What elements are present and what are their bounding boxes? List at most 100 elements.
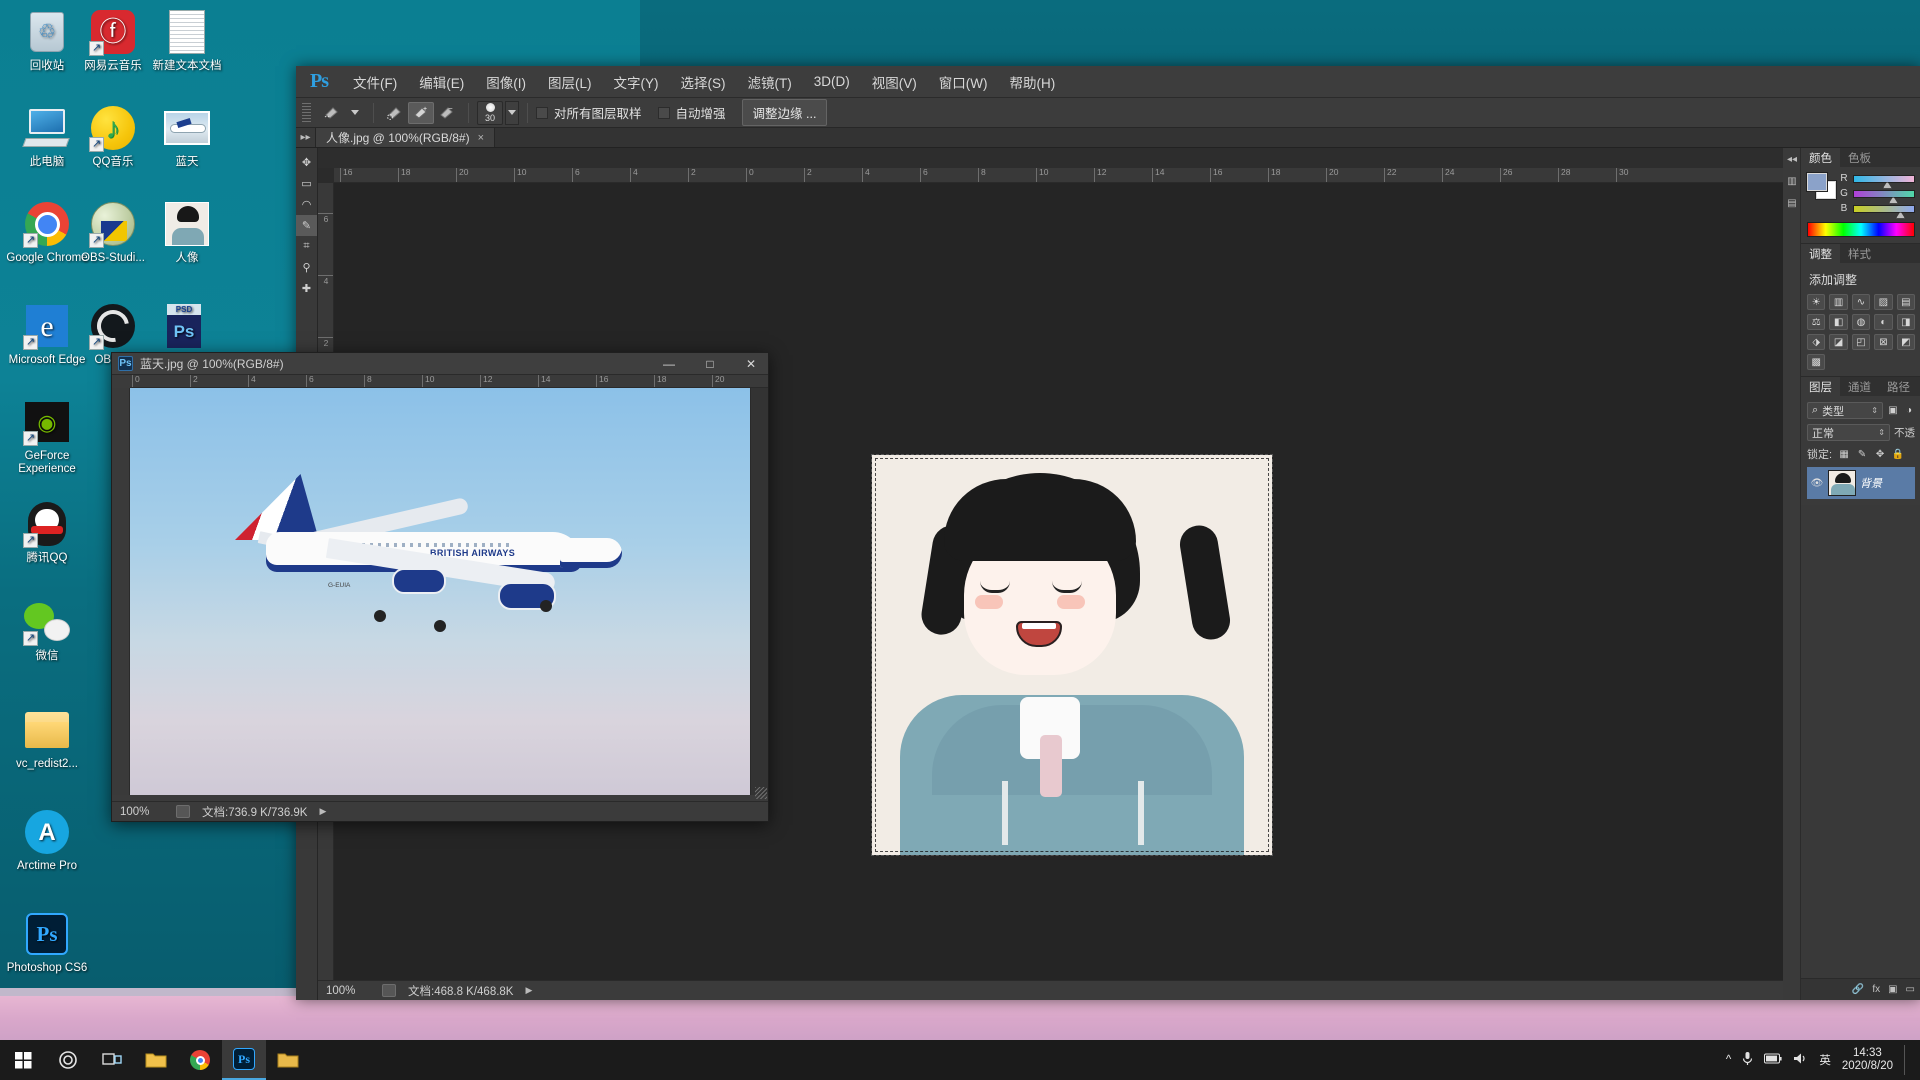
posterize-icon[interactable]: ◰ <box>1851 334 1871 350</box>
brush-size-preview[interactable]: 30 <box>477 100 503 125</box>
tab-collapse-icon[interactable]: ▸▸ <box>296 128 316 147</box>
maximize-button[interactable]: □ <box>693 353 727 375</box>
menu-3d[interactable]: 3D(D) <box>803 68 861 95</box>
selection-add-icon[interactable]: + <box>408 101 434 124</box>
tab-color[interactable]: 颜色 <box>1801 148 1840 167</box>
layers-panel-toolbar[interactable]: 🔗 fx ▣ ▭ <box>1801 978 1920 1000</box>
color-lookup-icon[interactable]: ⬗ <box>1807 334 1826 350</box>
curves-icon[interactable]: ∿ <box>1851 294 1871 310</box>
sample-all-layers-checkbox[interactable] <box>536 106 548 119</box>
tray-volume-icon[interactable] <box>1793 1052 1808 1068</box>
menu-file[interactable]: 文件(F) <box>342 66 408 98</box>
color-slider-g[interactable]: G <box>1839 188 1915 204</box>
hue-saturation-icon[interactable]: ⚖ <box>1807 314 1826 330</box>
lock-position-icon[interactable]: ✥ <box>1874 448 1886 460</box>
layer-filter-row[interactable]: ⌕ 类型 ⇕ ▣ ◑ <box>1807 402 1915 419</box>
desktop-icon-14[interactable]: ↗ 腾讯QQ <box>4 500 90 565</box>
brightness-icon[interactable]: ☀ <box>1807 294 1826 310</box>
taskbar-task-view-icon[interactable] <box>90 1040 134 1080</box>
vibrance-icon[interactable]: ▤ <box>1896 294 1915 310</box>
slider-knob-r[interactable] <box>1882 181 1892 189</box>
filter-pixel-icon[interactable]: ▣ <box>1887 405 1899 417</box>
rail-navigator-icon[interactable]: ▤ <box>1783 192 1801 214</box>
adjustments-panel-tabs[interactable]: 调整 样式 <box>1801 244 1920 263</box>
menu-layer[interactable]: 图层(L) <box>537 66 603 98</box>
slider-knob-b[interactable] <box>1896 211 1905 219</box>
tab-adjustments[interactable]: 调整 <box>1801 244 1840 263</box>
blend-mode-row[interactable]: 正常 ⇕ 不透 <box>1807 424 1915 441</box>
color-balance-icon[interactable]: ◧ <box>1829 314 1848 330</box>
refine-edge-button[interactable]: 调整边缘 ... <box>741 99 828 126</box>
add-mask-icon[interactable]: ▣ <box>1888 984 1897 995</box>
status-zoom-level[interactable]: 100% <box>326 985 370 997</box>
invert-icon[interactable]: ◪ <box>1829 334 1848 350</box>
selective-color-icon[interactable]: ▩ <box>1807 354 1826 370</box>
taskbar[interactable]: Ps ^ 英 14:33 2020/8/20 <box>0 1040 1920 1080</box>
floating-document-window-lantian[interactable]: Ps 蓝天.jpg @ 100%(RGB/8#) — □ ✕ 0 2 4 6 8 10 12… <box>111 352 769 822</box>
brush-size-dropdown-icon[interactable] <box>505 100 519 125</box>
color-slider-r[interactable]: R <box>1839 173 1915 189</box>
start-button[interactable] <box>0 1040 46 1080</box>
adjustments-panel[interactable]: 调整 样式 添加调整 ☀ ▥ ∿ ▨ ▤ ⚖ ◧ ◍ ◐ ◨ ⬗ ◪ ◰ ⊠ ◩ ▩ <box>1801 244 1920 377</box>
slider-track-g[interactable] <box>1853 189 1915 204</box>
color-panel-tabs[interactable]: 颜色 色板 <box>1801 148 1920 167</box>
new-group-icon[interactable]: ▭ <box>1906 984 1915 995</box>
desktop-icon-12[interactable]: ◉ ↗ GeForce Experience <box>4 398 90 476</box>
lock-controls-row[interactable]: 锁定: ▦ ✎ ✥ 🔒 <box>1807 446 1915 462</box>
slider-track-r[interactable] <box>1853 174 1915 189</box>
healing-brush-tool-icon[interactable]: ✚ <box>296 278 317 299</box>
collapsed-panel-rail[interactable]: ◂◂ ▥ ▤ <box>1783 148 1801 1000</box>
menu-edit[interactable]: 编辑(E) <box>408 66 475 98</box>
eyedropper-tool-icon[interactable]: ⚲ <box>296 257 317 278</box>
taskbar-clock[interactable]: 14:33 2020/8/20 <box>1842 1047 1893 1073</box>
taskbar-folder-icon[interactable] <box>266 1040 310 1080</box>
lock-image-pixels-icon[interactable]: ✎ <box>1856 448 1868 460</box>
levels-icon[interactable]: ▥ <box>1829 294 1848 310</box>
tab-layers[interactable]: 图层 <box>1801 377 1840 396</box>
exposure-icon[interactable]: ▨ <box>1874 294 1893 310</box>
rail-collapse-icon[interactable]: ◂◂ <box>1783 148 1801 170</box>
desktop-icon-19[interactable]: Ps Photoshop CS6 <box>4 910 90 975</box>
layers-panel-tabs[interactable]: 图层 通道 路径 <box>1801 377 1920 396</box>
show-desktop-button[interactable] <box>1904 1045 1910 1075</box>
foreground-color-swatch[interactable] <box>1807 173 1827 191</box>
menu-image[interactable]: 图像(I) <box>475 66 537 98</box>
tray-microphone-icon[interactable] <box>1742 1051 1753 1069</box>
taskbar-chrome-icon[interactable] <box>178 1040 222 1080</box>
filter-adjustment-icon[interactable]: ◑ <box>1903 405 1915 417</box>
desktop-icon-16[interactable]: ↗ 微信 <box>4 598 90 663</box>
tab-paths[interactable]: 路径 <box>1879 377 1918 396</box>
minimize-button[interactable]: — <box>652 353 686 375</box>
system-tray[interactable]: ^ 英 14:33 2020/8/20 <box>1726 1045 1920 1075</box>
tray-ime-indicator[interactable]: 英 <box>1819 1052 1831 1068</box>
link-layers-icon[interactable]: 🔗 <box>1852 984 1864 995</box>
crop-tool-icon[interactable]: ⌗ <box>296 236 317 257</box>
tab-swatches[interactable]: 色板 <box>1840 148 1879 167</box>
lock-transparent-pixels-icon[interactable]: ▦ <box>1838 448 1850 460</box>
slider-track-b[interactable] <box>1853 204 1915 219</box>
taskbar-file-explorer-icon[interactable] <box>134 1040 178 1080</box>
floating-canvas-airplane[interactable]: BRITISH AIRWAYS G-EUIA <box>130 388 750 795</box>
selection-new-icon[interactable] <box>382 102 408 124</box>
tab-styles[interactable]: 样式 <box>1840 244 1879 263</box>
anime-portrait-image[interactable] <box>871 454 1273 856</box>
blend-mode-chevron-icon[interactable]: ⇕ <box>1878 428 1885 437</box>
threshold-icon[interactable]: ⊠ <box>1874 334 1893 350</box>
menu-view[interactable]: 视图(V) <box>861 66 928 98</box>
auto-enhance-checkbox[interactable] <box>657 106 670 119</box>
channel-mixer-icon[interactable]: ◨ <box>1896 314 1915 330</box>
quick-selection-tool-icon[interactable] <box>319 102 345 124</box>
quick-selection-tool-sidebar-icon[interactable]: ✎ <box>296 215 317 236</box>
desktop-icon-17[interactable]: vc_redist2... <box>4 706 90 771</box>
layers-panel[interactable]: 图层 通道 路径 ⌕ 类型 ⇕ ▣ ◑ 正常 ⇕ 不透 锁定: ▦ ✎ ✥ 🔒 … <box>1801 377 1920 1000</box>
chevron-updown-icon[interactable]: ⇕ <box>1871 406 1878 415</box>
tray-chevron-icon[interactable]: ^ <box>1726 1054 1731 1066</box>
desktop-icon-5[interactable]: 蓝天 <box>144 104 230 169</box>
color-swatches[interactable] <box>1807 173 1836 199</box>
floating-status-zoom[interactable]: 100% <box>120 806 164 818</box>
layer-row-background[interactable]: 👁 背景 <box>1807 467 1915 499</box>
slider-knob-g[interactable] <box>1888 196 1898 204</box>
floating-window-scrollbar[interactable] <box>750 388 768 795</box>
blend-mode-select[interactable]: 正常 ⇕ <box>1807 424 1890 441</box>
color-spectrum-ramp[interactable] <box>1807 222 1915 237</box>
